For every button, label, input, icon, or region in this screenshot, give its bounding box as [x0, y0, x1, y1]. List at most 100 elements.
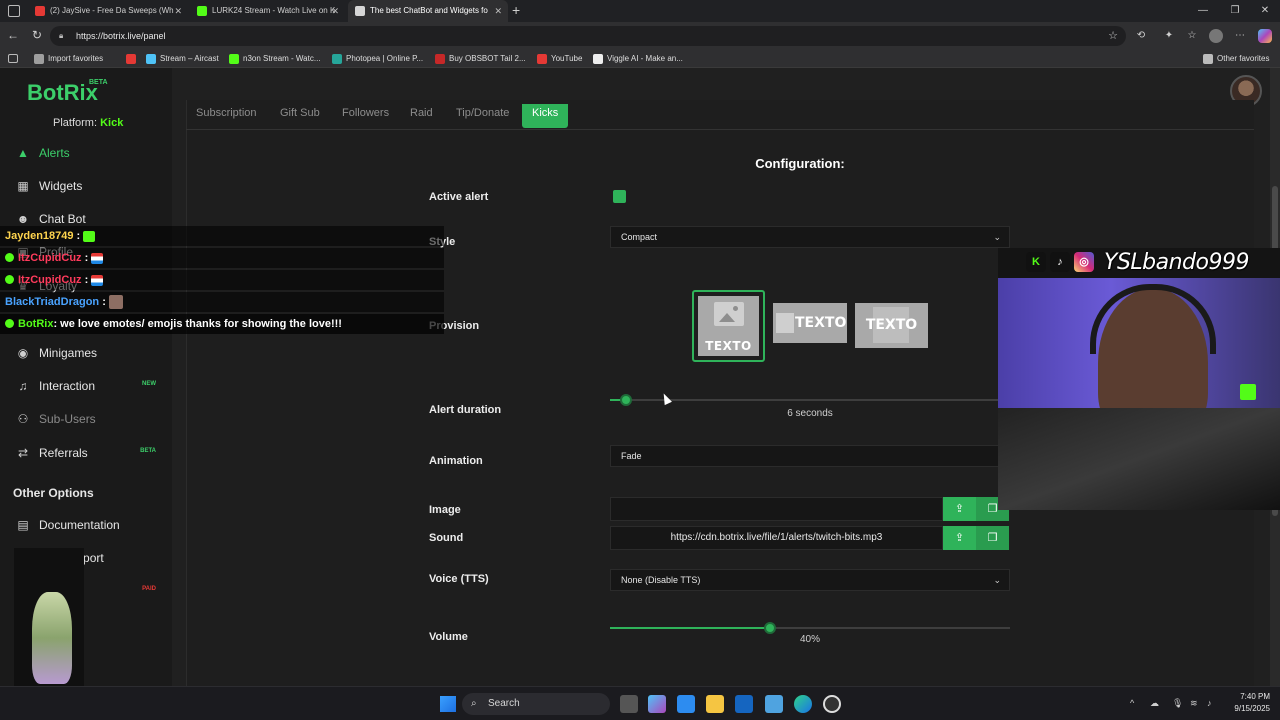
chat-separator: : [99, 296, 109, 308]
taskbar-clock[interactable]: 7:40 PM 9/15/2025 [1220, 691, 1270, 715]
alert-duration-label: Alert duration [429, 404, 502, 416]
back-icon[interactable]: ← [5, 27, 21, 43]
outlook-icon[interactable] [735, 695, 753, 713]
folder-icon [1203, 54, 1213, 64]
browser-tab-3[interactable]: The best ChatBot and Widgets fo ✕ [348, 0, 508, 22]
favorites-icon[interactable]: ☆ [1185, 29, 1199, 43]
animation-value: Fade [621, 451, 642, 461]
slider-handle[interactable] [620, 394, 632, 406]
photos-icon[interactable] [765, 695, 783, 713]
tab-actions-icon[interactable] [8, 5, 20, 17]
chat-username: Jayden18749 [5, 230, 74, 242]
volume-slider[interactable] [610, 622, 1010, 634]
volume-icon[interactable]: ♪ [1207, 698, 1212, 708]
chat-message: BotRix: we love emotes/ emojis thanks fo… [0, 314, 444, 334]
favorite-import[interactable]: Import favorites [34, 50, 103, 68]
close-tab-icon[interactable]: ✕ [174, 0, 182, 22]
active-alert-checkbox[interactable] [613, 190, 626, 203]
upload-icon: ⇪ [954, 532, 965, 544]
chevron-down-icon: ⌄ [993, 575, 1001, 585]
minimize-button[interactable]: — [1188, 0, 1218, 22]
favorite-viggle[interactable]: Viggle AI - Make an... [593, 50, 683, 68]
chevron-down-icon: ⌄ [993, 232, 1001, 242]
flag-emote-icon [91, 274, 104, 286]
close-tab-icon[interactable]: ✕ [494, 0, 502, 22]
microphone-icon[interactable]: 🎙︎ [1172, 698, 1183, 709]
face-emote-icon [108, 295, 123, 310]
config-title: Configuration: [755, 156, 845, 171]
viggle-icon [593, 54, 603, 64]
sound-upload-button[interactable]: ⇪ [943, 526, 976, 550]
favorite-star-icon[interactable]: ☆ [1108, 29, 1118, 42]
edge-icon[interactable] [794, 695, 812, 713]
favorite-youtube[interactable]: YouTube [537, 50, 582, 68]
provision-option-1[interactable]: TEXTO [692, 290, 765, 362]
clock-time: 7:40 PM [1240, 692, 1270, 701]
sound-field[interactable]: https://cdn.botrix.live/file/1/alerts/tw… [610, 526, 943, 550]
provision-option-3[interactable]: TEXTO [855, 303, 928, 348]
browser-tab-1[interactable]: (2) JaySive - Free Da Sweeps (Wh ✕ [28, 0, 188, 22]
file-explorer-icon[interactable] [706, 695, 724, 713]
favorite-obsbot[interactable]: Buy OBSBOT Tail 2... [435, 50, 526, 68]
taskbar-search[interactable]: ⌕ Search [462, 693, 610, 715]
more-icon[interactable]: ⋯ [1233, 29, 1247, 43]
copilot-icon[interactable] [1258, 29, 1272, 43]
tab-title: (2) JaySive - Free Da Sweeps (Wh [50, 6, 174, 15]
image-placeholder-icon [713, 302, 744, 326]
keyboard [998, 408, 1280, 510]
chat-text: : we love emotes/ emojis thanks for show… [53, 318, 342, 330]
store-icon[interactable] [677, 695, 695, 713]
maximize-button[interactable]: ❐ [1220, 0, 1250, 22]
favorite-photopea[interactable]: Photopea | Online P... [332, 50, 423, 68]
close-tab-icon[interactable]: ✕ [331, 0, 339, 22]
chevron-up-icon[interactable]: ^ [1130, 698, 1134, 708]
favorite-label: Buy OBSBOT Tail 2... [449, 54, 526, 63]
favorite-label: Import favorites [48, 54, 104, 63]
task-view-icon[interactable] [620, 695, 638, 713]
kick-icon [229, 54, 239, 64]
sound-library-button[interactable]: ❐ [976, 526, 1009, 550]
voice-select[interactable]: None (Disable TTS) ⌄ [610, 569, 1010, 591]
volume-label: Volume [429, 631, 468, 643]
youtube-icon [537, 54, 547, 64]
wifi-icon[interactable]: ≋ [1190, 698, 1198, 709]
new-tab-button[interactable]: + [512, 2, 520, 18]
cloud-icon[interactable]: ☁ [1150, 698, 1159, 709]
image-field[interactable] [610, 497, 943, 521]
favorite-label: Viggle AI - Make an... [607, 54, 683, 63]
kick-icon [1240, 384, 1256, 400]
browser-tab-2[interactable]: LURK24 Stream - Watch Live on K ✕ [190, 0, 345, 22]
chat-username: ItzCupidCuz [18, 274, 82, 286]
search-icon: ⌕ [471, 698, 477, 709]
extensions-icon[interactable]: ⟲ [1134, 29, 1148, 43]
start-icon[interactable] [440, 696, 456, 712]
address-bar-row: ← ↻ 🔒︎ https://botrix.live/panel ☆ ⟲ ✦ ☆… [0, 22, 1280, 50]
copilot-app-icon[interactable] [648, 695, 666, 713]
alert-duration-value: 6 seconds [787, 408, 833, 419]
style-select[interactable]: Compact ⌄ [610, 226, 1010, 248]
url-text: https://botrix.live/panel [76, 31, 166, 41]
profile-icon[interactable] [1209, 29, 1223, 43]
volume-value: 40% [799, 634, 820, 645]
other-favorites[interactable]: Other favorites [1203, 50, 1269, 68]
obs-icon[interactable] [823, 695, 841, 713]
animation-select[interactable]: Fade [610, 445, 1010, 467]
chat-username: ItzCupidCuz [18, 252, 82, 264]
chat-message: ItzCupidCuz : [0, 248, 444, 268]
slider-handle[interactable] [764, 622, 776, 634]
refresh-icon[interactable]: ↻ [29, 27, 45, 43]
provision-option-2[interactable]: TEXTO [773, 303, 847, 343]
image-upload-button[interactable]: ⇪ [943, 497, 976, 521]
provision-text: TEXTO [705, 339, 752, 353]
close-window-button[interactable]: ✕ [1250, 0, 1280, 22]
collections-icon[interactable] [8, 54, 18, 63]
import-icon [34, 54, 44, 64]
url-field[interactable]: 🔒︎ https://botrix.live/panel ☆ [50, 26, 1126, 46]
favorite-n3on[interactable]: n3on Stream - Watc... [229, 50, 321, 68]
site-info-icon[interactable]: 🔒︎ [59, 26, 63, 46]
puzzle-icon[interactable]: ✦ [1162, 29, 1176, 43]
favorite-youtube-red[interactable] [126, 50, 140, 68]
favorite-aircast[interactable]: Stream – Aircast [146, 50, 219, 68]
youtube-icon [35, 6, 45, 16]
verified-badge-icon [5, 275, 14, 284]
